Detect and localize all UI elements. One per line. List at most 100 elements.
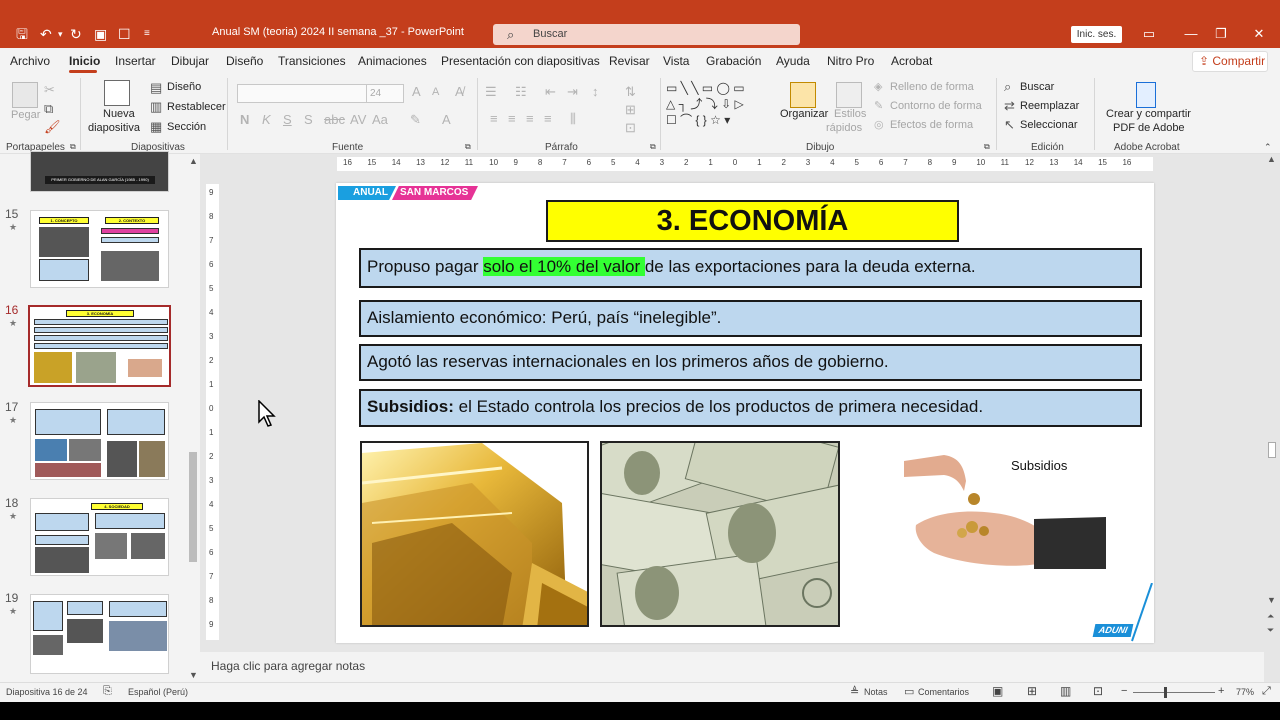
slide-title[interactable]: 3. ECONOMÍA	[546, 200, 959, 242]
search-box[interactable]: ⌕ Buscar	[493, 24, 800, 45]
present-icon[interactable]: ▣	[94, 24, 107, 44]
slide-thumbnail-14[interactable]: PRIMER GOBIERNO DE ALAN GARCÍA (1985 - 1…	[30, 151, 169, 192]
layout-button[interactable]: Diseño	[167, 81, 201, 93]
tab-dibujar[interactable]: Dibujar	[171, 54, 209, 68]
tab-animaciones[interactable]: Animaciones	[358, 54, 427, 68]
tab-nitro-pro[interactable]: Nitro Pro	[827, 54, 874, 68]
create-pdf-icon[interactable]	[1136, 82, 1156, 108]
reading-view-icon[interactable]: ▥	[1060, 684, 1071, 698]
decrease-font-icon[interactable]: A	[432, 86, 439, 98]
align-right-icon[interactable]: ≡	[526, 111, 534, 126]
tab-ayuda[interactable]: Ayuda	[776, 54, 810, 68]
notes-placeholder[interactable]: Haga clic para agregar notas	[211, 659, 365, 673]
bullets-icon[interactable]: ☰	[485, 84, 497, 100]
ribbon-display-icon[interactable]: ▭	[1134, 24, 1164, 44]
arrange-icon[interactable]	[790, 82, 816, 108]
shadow-icon[interactable]: S	[304, 112, 313, 127]
copy-icon[interactable]: ⧉	[44, 101, 53, 117]
justify-icon[interactable]: ≡	[544, 111, 552, 126]
new-slide-label-2[interactable]: diapositiva	[88, 122, 140, 134]
language-indicator[interactable]: Español (Perú)	[128, 687, 188, 697]
gold-bars-image[interactable]	[360, 441, 589, 627]
zoom-slider-thumb[interactable]	[1163, 687, 1167, 698]
section-button[interactable]: Sección	[167, 121, 206, 133]
increase-indent-icon[interactable]: ⇥	[567, 84, 578, 100]
underline-icon[interactable]: S	[283, 112, 292, 127]
tab-transiciones[interactable]: Transiciones	[278, 54, 346, 68]
comments-button[interactable]: Comentarios	[918, 687, 969, 697]
notes-button[interactable]: Notas	[864, 687, 888, 697]
collapse-ribbon-icon[interactable]: ⌃	[1264, 142, 1272, 153]
slide-thumbnail-19[interactable]	[30, 594, 169, 674]
tab-grabacion[interactable]: Grabación	[706, 54, 761, 68]
scroll-up-icon[interactable]: ▲	[1267, 154, 1276, 164]
italic-icon[interactable]: K	[262, 112, 271, 127]
slide-thumbnail-18[interactable]: 4. SOCIEDAD	[30, 498, 169, 576]
minimize-icon[interactable]: —	[1176, 24, 1206, 44]
align-text-icon[interactable]: ⊞	[625, 102, 636, 118]
tab-diseno[interactable]: Diseño	[226, 54, 263, 68]
text-box-subsidies[interactable]: Subsidios: el Estado controla los precio…	[359, 389, 1142, 427]
numbering-icon[interactable]: ☷	[515, 84, 527, 100]
dollar-bills-image[interactable]	[600, 441, 840, 627]
font-size-select[interactable]: 24	[366, 84, 404, 103]
slide-canvas[interactable]: ANUAL SAN MARCOS 3. ECONOMÍA Propuso pag…	[336, 183, 1154, 643]
hands-coins-image[interactable]	[904, 453, 1108, 573]
slideshow-icon[interactable]: ⊡	[1093, 684, 1103, 698]
text-box-isolation[interactable]: Aislamiento económico: Perú, país “inele…	[359, 300, 1142, 337]
normal-view-icon[interactable]: ▣	[992, 684, 1003, 698]
slide-sorter-icon[interactable]: ⊞	[1027, 684, 1037, 698]
create-pdf-label-2[interactable]: PDF de Adobe	[1113, 122, 1185, 134]
smartart-icon[interactable]: ⊡	[625, 120, 636, 136]
zoom-slider[interactable]	[1133, 687, 1215, 698]
new-slide-label-1[interactable]: Nueva	[103, 108, 135, 120]
fit-to-window-icon[interactable]: ⤢	[1262, 685, 1271, 698]
select-button[interactable]: Seleccionar	[1020, 119, 1077, 131]
paste-icon[interactable]	[12, 82, 38, 108]
notes-pane[interactable]: Haga clic para agregar notas	[200, 652, 1264, 682]
undo-dropdown-icon[interactable]: ▾	[58, 24, 63, 44]
text-box-debt[interactable]: Propuso pagar solo el 10% del valor de l…	[359, 248, 1142, 288]
slide-thumbnail-17[interactable]	[30, 402, 169, 480]
strikethrough-icon[interactable]: abc	[324, 112, 345, 127]
zoom-out-icon[interactable]: −	[1121, 685, 1127, 697]
close-icon[interactable]: ✕	[1244, 24, 1274, 44]
tab-archivo[interactable]: Archivo	[10, 54, 50, 68]
zoom-in-icon[interactable]: +	[1218, 685, 1224, 697]
line-spacing-icon[interactable]: ↕	[592, 84, 599, 99]
undo-icon[interactable]: ↶	[40, 24, 52, 44]
text-box-reserves[interactable]: Agotó las reservas internacionales en lo…	[359, 344, 1142, 381]
text-direction-icon[interactable]: ⇅	[625, 84, 636, 100]
decrease-indent-icon[interactable]: ⇤	[545, 84, 556, 100]
slide-scrollbar[interactable]: ▲ ▼ ⏶ ⏷	[1264, 154, 1280, 682]
spacing-icon[interactable]: AV	[350, 112, 366, 127]
tab-inicio[interactable]: Inicio	[69, 54, 100, 68]
zoom-level[interactable]: 77%	[1236, 687, 1254, 697]
redo-icon[interactable]: ↻	[70, 24, 82, 44]
align-left-icon[interactable]: ≡	[490, 111, 498, 126]
next-slide-icon[interactable]: ⏷	[1267, 625, 1274, 636]
create-pdf-label-1[interactable]: Crear y compartir	[1106, 108, 1191, 120]
quick-styles-label-2[interactable]: rápidos	[826, 122, 862, 134]
new-slide-icon[interactable]	[104, 80, 130, 106]
cut-icon[interactable]: ✂	[44, 82, 55, 98]
shape-effects-button[interactable]: Efectos de forma	[890, 119, 973, 131]
slide-thumbnail-15[interactable]: 1. CONCEPTO 2. CONTEXTO	[30, 210, 169, 288]
change-case-icon[interactable]: Aa	[372, 112, 388, 127]
slide-thumbnail-16[interactable]: 3. ECONOMÍA	[28, 305, 171, 387]
tab-acrobat[interactable]: Acrobat	[891, 54, 932, 68]
thumbnail-scrollbar[interactable]: ▲ ▼	[188, 154, 198, 682]
arrange-button[interactable]: Organizar	[780, 108, 828, 120]
parrafo-launcher-icon[interactable]: ⧉	[650, 142, 656, 152]
slide-scroll-thumb[interactable]	[1268, 442, 1276, 458]
fuente-launcher-icon[interactable]: ⧉	[465, 142, 471, 152]
shapes-gallery[interactable]: ▭ ╲ ╲ ▭ ◯ ▭ △ ┐ ⤴ ⤵ ⇩ ▷ ☐ ⌒ { } ☆ ▾	[666, 80, 776, 132]
restore-icon[interactable]: ❐	[1206, 24, 1236, 44]
font-family-select[interactable]	[237, 84, 367, 103]
shape-outline-button[interactable]: Contorno de forma	[890, 100, 982, 112]
scroll-down-icon[interactable]: ▼	[189, 670, 198, 680]
format-painter-icon[interactable]: 🖌	[44, 119, 61, 135]
increase-font-icon[interactable]: A	[412, 84, 421, 99]
subsidios-caption[interactable]: Subsidios	[1011, 458, 1067, 473]
clear-format-icon[interactable]: A̸	[455, 84, 464, 99]
